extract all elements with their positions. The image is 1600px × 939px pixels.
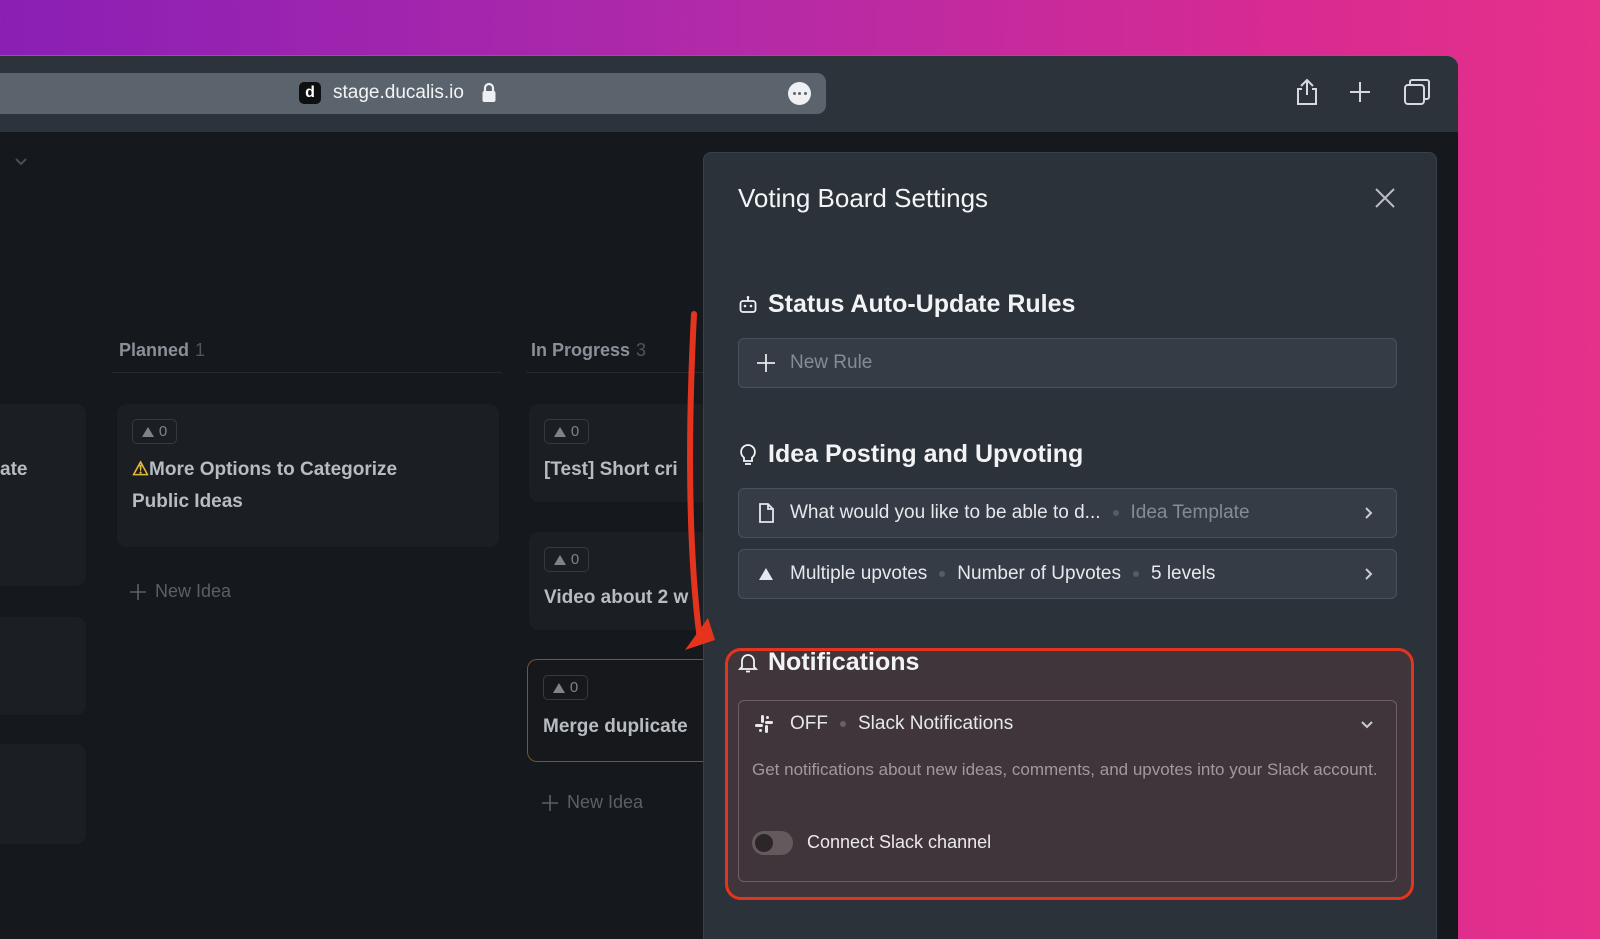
board-card[interactable] <box>0 744 86 844</box>
chevron-right-icon <box>1365 507 1373 519</box>
plus-icon <box>542 794 558 811</box>
browser-toolbar: d stage.ducalis.io <box>0 56 1458 132</box>
slack-notifications-header[interactable]: OFF Slack Notifications <box>754 713 1013 735</box>
section-status-rules: Status Auto-Update Rules <box>738 290 1075 319</box>
card-title: ⚠More Options to Categorize <box>132 459 398 480</box>
idea-card[interactable]: 0 Merge duplicate <box>527 659 727 762</box>
new-idea-button[interactable]: New Idea <box>129 581 231 602</box>
notification-status: OFF <box>790 713 828 734</box>
close-icon[interactable] <box>1374 187 1396 209</box>
section-notifications: Notifications <box>738 648 919 677</box>
upvote-triangle-icon <box>759 568 773 580</box>
column-title-planned: Planned 1 <box>119 340 206 360</box>
share-icon[interactable] <box>1294 77 1320 107</box>
column-title-in-progress: In Progress 3 <box>531 340 647 360</box>
chevron-down-icon[interactable] <box>1360 720 1374 730</box>
idea-template-row[interactable]: What would you like to be able to d... I… <box>738 488 1397 538</box>
tab-overview-icon[interactable] <box>1403 78 1431 106</box>
voting-board-settings-panel: Voting Board Settings Status Auto-Update… <box>703 152 1437 939</box>
site-favicon: d <box>299 82 321 104</box>
connect-slack-toggle[interactable] <box>752 831 793 855</box>
warning-icon: ⚠ <box>132 459 150 480</box>
board-card[interactable]: ate <box>0 404 86 586</box>
annotation-arrow-icon <box>685 311 715 650</box>
card-title: ate <box>0 459 28 480</box>
panel-title: Voting Board Settings <box>738 183 989 213</box>
section-idea-posting: Idea Posting and Upvoting <box>738 440 1083 469</box>
idea-card[interactable]: 0 ⚠More Options to Categorize Public Ide… <box>117 404 499 547</box>
notification-name: Slack Notifications <box>858 713 1014 734</box>
new-tab-icon[interactable] <box>1348 80 1372 104</box>
bell-icon <box>738 653 758 672</box>
page-menu-icon[interactable] <box>788 82 811 105</box>
connect-slack-label[interactable]: Connect Slack channel <box>807 832 991 853</box>
column-divider <box>112 372 502 373</box>
lightbulb-icon <box>740 443 756 465</box>
upvote-chip[interactable]: 0 <box>544 547 589 572</box>
slack-notifications-card: OFF Slack Notifications Get notification… <box>738 700 1397 882</box>
card-title-line2: Public Ideas <box>132 491 243 512</box>
card-title: Merge duplicate <box>543 716 688 737</box>
chevron-right-icon <box>1365 568 1373 580</box>
card-title: Video about 2 w <box>544 587 689 608</box>
plus-icon <box>757 354 775 372</box>
robot-icon <box>739 295 757 313</box>
plus-icon <box>130 583 146 600</box>
upvote-settings-row[interactable]: Multiple upvotes Number of Upvotes 5 lev… <box>738 549 1397 599</box>
slack-icon <box>755 715 773 733</box>
upvote-chip[interactable]: 0 <box>543 675 588 700</box>
new-idea-button[interactable]: New Idea <box>541 792 643 813</box>
address-bar[interactable]: d stage.ducalis.io <box>0 73 826 114</box>
chevron-down-icon[interactable] <box>14 157 28 167</box>
upvote-chip[interactable]: 0 <box>544 419 589 444</box>
lock-icon <box>482 82 496 102</box>
board-card[interactable] <box>0 617 86 715</box>
notification-description: Get notifications about new ideas, comme… <box>752 760 1378 779</box>
card-title: [Test] Short cri <box>544 459 678 480</box>
url-text[interactable]: stage.ducalis.io <box>333 82 464 104</box>
document-icon <box>759 503 774 523</box>
upvote-chip[interactable]: 0 <box>132 419 177 444</box>
new-rule-button[interactable]: New Rule <box>738 338 1397 388</box>
